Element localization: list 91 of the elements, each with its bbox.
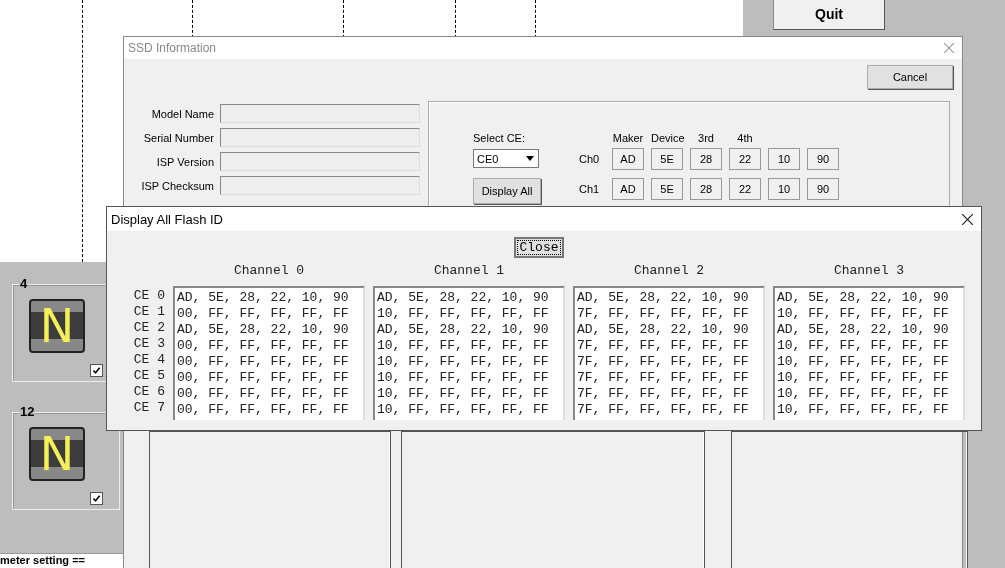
close-button[interactable]: Close [514, 237, 564, 258]
flash-id-line: 10, FF, FF, FF, FF, FF [377, 354, 550, 370]
id-value-field: AD [612, 148, 644, 170]
ce-label: CE 7 [133, 400, 165, 416]
ce-dropdown[interactable]: CE0 [473, 149, 539, 168]
id-value-field: 28 [690, 148, 722, 170]
column-header: 3rd [697, 132, 715, 144]
ce-label: CE 3 [133, 336, 165, 352]
flash-id-line: 10, FF, FF, FF, FF, FF [777, 402, 950, 418]
flash-id-line: 10, FF, FF, FF, FF, FF [777, 354, 950, 370]
id-value-field: 90 [807, 148, 839, 170]
flash-id-line: 00, FF, FF, FF, FF, FF [177, 354, 350, 370]
channel-title: Channel 0 [233, 264, 305, 278]
channel-title: Channel 3 [833, 264, 905, 278]
flash-id-line: AD, 5E, 28, 22, 10, 90 [777, 290, 950, 306]
close-icon[interactable] [962, 213, 973, 225]
ce-label: CE 0 [133, 288, 165, 304]
checkbox[interactable] [90, 492, 103, 505]
ce-label: CE 2 [133, 320, 165, 336]
id-value-field: 22 [729, 178, 761, 200]
caret-icon [526, 156, 534, 161]
flash-id-line: 7F, FF, FF, FF, FF, FF [577, 370, 750, 386]
flash-id-line: 00, FF, FF, FF, FF, FF [177, 306, 350, 322]
id-value-field: 10 [768, 178, 800, 200]
column-header: 4th [736, 132, 754, 144]
flash-id-line: AD, 5E, 28, 22, 10, 90 [577, 322, 750, 338]
input-field[interactable] [220, 128, 420, 147]
column-header: Device [651, 132, 683, 144]
field-label: Model Name [150, 107, 214, 120]
flash-id-line: 10, FF, FF, FF, FF, FF [377, 370, 550, 386]
channel-label: Ch0 [579, 153, 601, 165]
flash-id-line: AD, 5E, 28, 22, 10, 90 [177, 322, 350, 338]
id-value-field: 5E [651, 178, 683, 200]
display-all-button[interactable]: Display All [473, 178, 541, 204]
checkbox[interactable] [90, 364, 103, 377]
select-ce-label: Select CE: [473, 132, 526, 144]
flash-id-line: 10, FF, FF, FF, FF, FF [377, 338, 550, 354]
field-label: Serial Number [142, 131, 214, 144]
flash-id-line: 10, FF, FF, FF, FF, FF [377, 386, 550, 402]
channel-title: Channel 2 [633, 264, 705, 278]
ce-label: CE 4 [133, 352, 165, 368]
text-area[interactable]: AD, 5E, 28, 22, 10, 90 00, FF, FF, FF, FF, FF AD, 5E, 28, 22, 10, 90 00, FF, FF, FF, FF, FF 00, FF, FF, FF, FF, FF 00, FF, FF, FF, FF, FF 00, FF, FF, FF, FF, FF 00, FF, FF, FF, FF, FF [173, 286, 365, 420]
flash-id-line: 10, FF, FF, FF, FF, FF [377, 306, 550, 322]
text-area[interactable]: AD, 5E, 28, 22, 10, 90 10, FF, FF, FF, FF, FF AD, 5E, 28, 22, 10, 90 10, FF, FF, FF, FF, FF 10, FF, FF, FF, FF, FF 10, FF, FF, FF, FF, FF 10, FF, FF, FF, FF, FF 10, FF, FF, FF, FF, FF [773, 286, 965, 420]
flash-id-line: 7F, FF, FF, FF, FF, FF [577, 386, 750, 402]
flash-id-line: 10, FF, FF, FF, FF, FF [777, 370, 950, 386]
flash-id-line: 10, FF, FF, FF, FF, FF [777, 386, 950, 402]
ce-label: CE 1 [133, 304, 165, 320]
flash-id-line: AD, 5E, 28, 22, 10, 90 [777, 322, 950, 338]
id-value-field: 22 [729, 148, 761, 170]
input-field[interactable] [220, 104, 420, 123]
flash-id-line: AD, 5E, 28, 22, 10, 90 [377, 290, 550, 306]
flash-id-line: 10, FF, FF, FF, FF, FF [777, 338, 950, 354]
flash-id-line: 00, FF, FF, FF, FF, FF [177, 370, 350, 386]
id-value-field: AD [612, 178, 644, 200]
flash-id-line: 00, FF, FF, FF, FF, FF [177, 386, 350, 402]
app-icon[interactable]: N [29, 427, 85, 481]
ce-label: CE 5 [133, 368, 165, 384]
flash-id-line: 10, FF, FF, FF, FF, FF [377, 402, 550, 418]
flash-id-line: 7F, FF, FF, FF, FF, FF [577, 402, 750, 418]
cancel-button[interactable]: Cancel [867, 65, 953, 89]
channel-title: Channel 1 [433, 264, 505, 278]
text-area[interactable]: AD, 5E, 28, 22, 10, 90 10, FF, FF, FF, FF, FF AD, 5E, 28, 22, 10, 90 10, FF, FF, FF, FF, FF 10, FF, FF, FF, FF, FF 10, FF, FF, FF, FF, FF 10, FF, FF, FF, FF, FF 10, FF, FF, FF, FF, FF [373, 286, 565, 420]
flash-id-line: 00, FF, FF, FF, FF, FF [177, 338, 350, 354]
id-value-field: 5E [651, 148, 683, 170]
input-field[interactable] [220, 176, 420, 195]
input-field[interactable] [220, 152, 420, 171]
flash-id-line: 10, FF, FF, FF, FF, FF [777, 306, 950, 322]
id-value-field: 28 [690, 178, 722, 200]
window-title: SSD Information [128, 41, 217, 55]
flash-id-line: 7F, FF, FF, FF, FF, FF [577, 354, 750, 370]
ce-label: CE 6 [133, 384, 165, 400]
text-area[interactable]: AD, 5E, 28, 22, 10, 90 7F, FF, FF, FF, FF, FF AD, 5E, 28, 22, 10, 90 7F, FF, FF, FF, FF, FF 7F, FF, FF, FF, FF, FF 7F, FF, FF, FF, FF, FF 7F, FF, FF, FF, FF, FF 7F, FF, FF, FF, FF, FF [573, 286, 765, 420]
app-icon[interactable]: N [29, 299, 85, 353]
slot-label: 4 [19, 276, 29, 291]
flash-id-line: AD, 5E, 28, 22, 10, 90 [377, 322, 550, 338]
flash-id-line: 00, FF, FF, FF, FF, FF [177, 402, 350, 418]
status-text: meter setting == [0, 554, 86, 567]
flash-id-line: 7F, FF, FF, FF, FF, FF [577, 338, 750, 354]
window-title: Display All Flash ID [111, 211, 223, 227]
flash-id-line: AD, 5E, 28, 22, 10, 90 [177, 290, 350, 306]
field-label: ISP Version [155, 155, 214, 168]
flash-id-line: 7F, FF, FF, FF, FF, FF [577, 306, 750, 322]
id-value-field: 10 [768, 148, 800, 170]
channel-label: Ch1 [579, 183, 601, 195]
id-value-field: 90 [807, 178, 839, 200]
flash-id-line: AD, 5E, 28, 22, 10, 90 [577, 290, 750, 306]
quit-button[interactable]: Quit [773, 0, 885, 30]
field-label: ISP Checksum [140, 179, 214, 192]
column-header: Maker [612, 132, 644, 144]
slot-label: 12 [19, 404, 36, 419]
